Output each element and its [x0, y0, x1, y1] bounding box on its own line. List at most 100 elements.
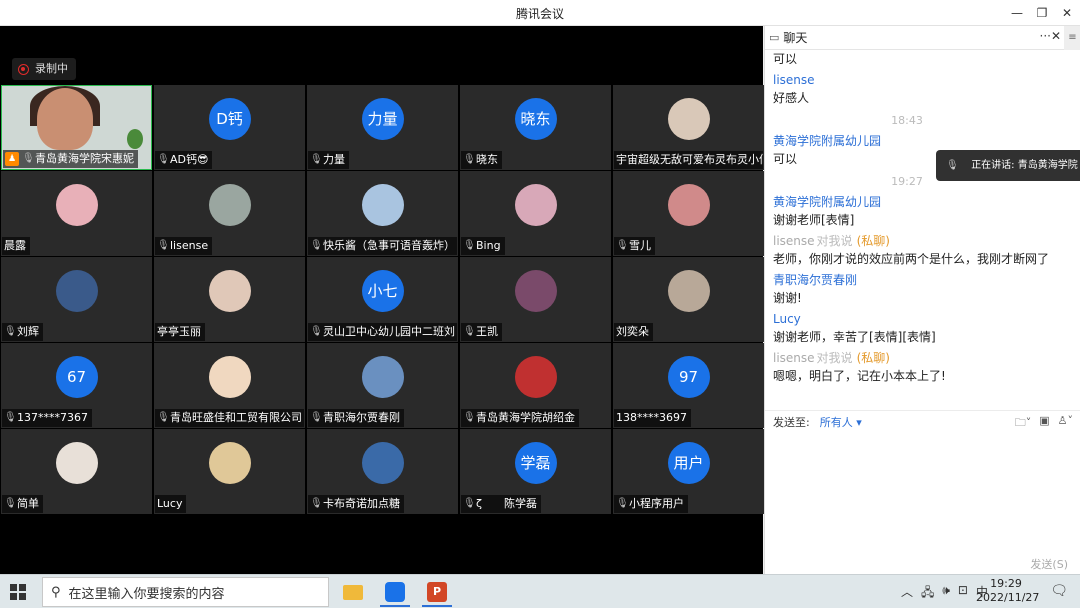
avatar-initials: 晓东 [514, 98, 557, 140]
participant-name-tag: 🎙 力量 [308, 151, 349, 169]
more-options-button[interactable]: ··· [1040, 29, 1051, 43]
file-icon[interactable]: 🗀˅ [1015, 414, 1032, 433]
send-to-dropdown[interactable]: 所有人 ▾ [820, 414, 862, 430]
message-sender[interactable]: lisense [773, 71, 1080, 89]
participant-tile[interactable]: 🎙 青岛旺盛佳和工贸有限公司 [154, 343, 305, 428]
powerpoint-taskbar-button[interactable]: P [418, 577, 456, 607]
participant-name-tag: 亭亭玉丽 [155, 323, 205, 341]
avatar [667, 184, 710, 226]
participant-name: 亭亭玉丽 [157, 325, 201, 338]
participant-tile[interactable]: 用户 🎙 小程序用户 [613, 429, 764, 514]
participant-name-tag: 🎙 晓东 [461, 151, 502, 169]
message-timestamp: 18:43 [891, 114, 923, 127]
send-button[interactable]: 发送(S) [1030, 556, 1068, 572]
camera-face [37, 88, 93, 150]
participant-name-tag: 🎙 Bing [461, 237, 505, 255]
participant-name: 刘辉 [17, 325, 39, 338]
participant-tile[interactable]: 力量 🎙 力量 [307, 85, 458, 170]
recording-indicator[interactable]: 录制中 [12, 58, 76, 80]
mic-muted-icon: 🎙 [310, 498, 323, 509]
taskbar: ⚲ 在这里输入你要搜索的内容 P ︿ 🖧 🕪 ⊡ 中 19:29 2022/11/27 … [0, 574, 1080, 608]
participant-tile[interactable]: 亭亭玉丽 [154, 257, 305, 342]
network-icon[interactable]: 🖧 [921, 583, 934, 604]
chat-close-button[interactable]: ✕ [1051, 29, 1061, 43]
taskbar-search[interactable]: ⚲ 在这里输入你要搜索的内容 [42, 577, 329, 607]
tencent-meeting-taskbar-button[interactable] [376, 577, 414, 607]
windows-start-icon[interactable] [10, 584, 26, 600]
participant-tile[interactable]: 🎙 lisense [154, 171, 305, 256]
mic-muted-icon: 🎙 [310, 240, 323, 251]
avatar-initials: 97 [667, 356, 710, 398]
user-icon[interactable]: ♙˅ [1058, 414, 1073, 433]
show-hidden-icons[interactable]: ︿ [901, 583, 913, 604]
participant-name-tag: 🎙 灵山卫中心幼儿园中二班刘 [308, 323, 457, 341]
chat-panel: ▭ 聊天 ··· ✕ ≡ 可以 lisense 好感人 18:43 黄海学院附属幼儿园可… [764, 26, 1080, 574]
taskbar-clock[interactable]: 19:29 2022/11/27 [976, 577, 1039, 605]
mic-muted-icon: 🎙 [463, 154, 476, 165]
participant-name: 雪儿 [629, 239, 651, 252]
message-sender[interactable]: 青职海尔贾春刚 [773, 271, 1080, 289]
chat-tools: 🗀˅ ▣ ♙˅ [1015, 414, 1073, 433]
participant-tile[interactable]: D钙 🎙 AD钙😎 [154, 85, 305, 170]
avatar [208, 442, 251, 484]
mic-muted-icon: 🎙 [157, 240, 170, 251]
message-text: 谢谢老师，幸苦了[表情][表情] [773, 330, 936, 344]
file-explorer-button[interactable] [334, 577, 372, 607]
participant-tile[interactable]: ♟ 🎙 青岛黄海学院宋惠妮 [1, 85, 152, 170]
participant-tile[interactable]: 🎙 简单 [1, 429, 152, 514]
display-icon[interactable]: ⊡ [958, 583, 968, 604]
message-list[interactable]: 可以 lisense 好感人 18:43 黄海学院附属幼儿园 可以 19:27 黄海学院附属幼… [765, 50, 1080, 410]
mic-muted-icon: 🎙 [463, 498, 476, 509]
participant-name: 王凯 [476, 325, 498, 338]
participant-grid: ♟ 🎙 青岛黄海学院宋惠妮 D钙 🎙 AD钙😎 力量 🎙 力量 晓东 🎙 晓东 宇宙超级无敌可爱布灵布灵… [1, 85, 764, 515]
message-sender[interactable]: lisense [773, 351, 815, 365]
message-sender[interactable]: Lucy [773, 310, 1080, 328]
speaking-indicator: 🎙 正在讲话: 青岛黄海学院 [936, 150, 1080, 181]
volume-icon[interactable]: 🕪 [942, 583, 950, 604]
participant-tile[interactable]: 刘奕朵 [613, 257, 764, 342]
participant-tile[interactable]: 🎙 青职海尔贾春刚 [307, 343, 458, 428]
mic-muted-icon: 🎙 [463, 240, 476, 251]
participant-tile[interactable]: 小七 🎙 灵山卫中心幼儿园中二班刘 [307, 257, 458, 342]
message-sender[interactable]: 黄海学院附属幼儿园 [773, 132, 1080, 150]
clock-time: 19:29 [990, 577, 1022, 590]
notification-icon[interactable]: 🗨 [1050, 583, 1068, 599]
chat-menu-icon[interactable]: ≡ [1064, 26, 1080, 50]
participant-tile[interactable]: 🎙 快乐酱（急事可语音轰炸） [307, 171, 458, 256]
participant-tile[interactable]: 67 🎙 137****7367 [1, 343, 152, 428]
message-sender[interactable]: lisense [773, 234, 815, 248]
avatar [514, 184, 557, 226]
meeting-app-icon [385, 582, 405, 602]
message-sender[interactable]: 黄海学院附属幼儿园 [773, 193, 1080, 211]
mic-icon: 🎙 [946, 160, 959, 171]
participant-name-tag: 🎙 雪儿 [614, 237, 655, 255]
participant-name: 灵山卫中心幼儿园中二班刘 [323, 325, 455, 338]
screenshot-icon[interactable]: ▣ [1039, 414, 1049, 433]
participant-tile[interactable]: 🎙 雪儿 [613, 171, 764, 256]
participant-tile[interactable]: 🎙 卡布奇诺加点糖 [307, 429, 458, 514]
participant-tile[interactable]: 晓东 🎙 晓东 [460, 85, 611, 170]
participant-name-tag: 🎙 小程序用户 [614, 495, 688, 513]
participant-tile[interactable]: 宇宙超级无敌可爱布灵布灵小仙 [613, 85, 764, 170]
participant-tile[interactable]: 🎙 王凯 [460, 257, 611, 342]
search-icon: ⚲ [51, 584, 61, 600]
avatar [361, 442, 404, 484]
participant-tile[interactable]: 🎙 青岛黄海学院胡绍金 [460, 343, 611, 428]
avatar [361, 184, 404, 226]
participant-name-tag: 🎙 简单 [2, 495, 43, 513]
participant-name-tag: 🎙 lisense [155, 237, 213, 255]
participant-tile[interactable]: 🎙 Bing [460, 171, 611, 256]
participant-tile[interactable]: 97 138****3697 [613, 343, 764, 428]
close-button[interactable]: ✕ [1052, 0, 1080, 26]
participant-name-tag: 🎙 刘辉 [2, 323, 43, 341]
direction-label: 对我说 [816, 234, 853, 248]
message-text: 嗯嗯，明白了，记在小本本上了! [773, 369, 946, 383]
participant-name: 快乐酱（急事可语音轰炸） [323, 239, 455, 252]
participant-tile[interactable]: 晨露 [1, 171, 152, 256]
message-text: 可以 [773, 52, 798, 66]
participant-tile[interactable]: Lucy [154, 429, 305, 514]
participant-name: lisense [170, 239, 209, 252]
participant-tile[interactable]: 学磊 🎙 ζ 陈学磊 [460, 429, 611, 514]
participant-name-tag: 🎙 卡布奇诺加点糖 [308, 495, 404, 513]
participant-tile[interactable]: 🎙 刘辉 [1, 257, 152, 342]
